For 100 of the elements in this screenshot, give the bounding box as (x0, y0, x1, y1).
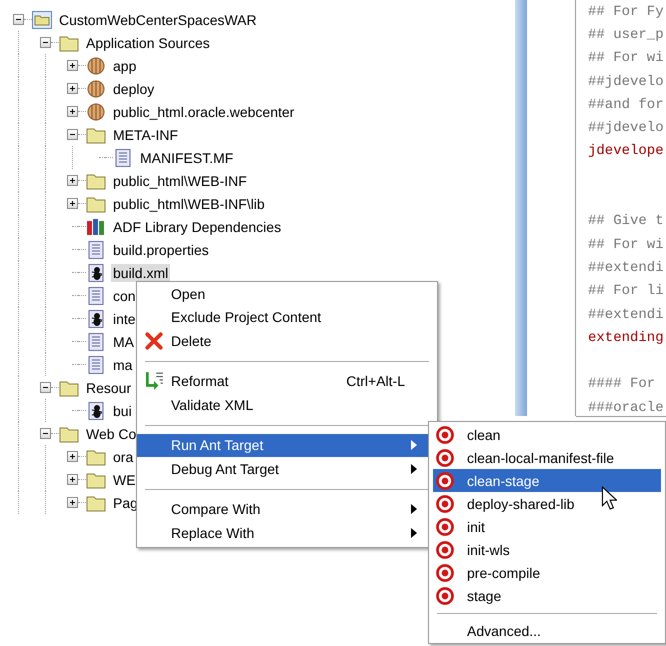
menu-item[interactable]: stage (433, 584, 661, 607)
menu-item[interactable]: clean-local-manifest-file (433, 446, 661, 469)
tree-item[interactable]: deploy (111, 80, 156, 98)
expand-toggle[interactable] (67, 474, 78, 485)
target-icon (435, 540, 455, 560)
document-icon (86, 356, 106, 374)
tree-item[interactable]: META-INF (111, 126, 180, 144)
menu-item[interactable]: Reformat Ctrl+Alt-L (137, 370, 429, 393)
menu-item[interactable]: init (433, 515, 661, 538)
reformat-icon (144, 371, 164, 392)
folder-icon (86, 126, 106, 144)
tree-item[interactable]: public_html.oracle.webcenter (111, 102, 296, 120)
tree-item[interactable]: build.properties (111, 240, 211, 258)
folder-icon (59, 378, 79, 396)
menu-item[interactable]: Replace With (137, 521, 429, 544)
target-icon (435, 516, 455, 536)
menu-item[interactable]: Validate XML (137, 393, 429, 416)
menu-item[interactable]: pre-compile (433, 561, 661, 584)
books-icon (86, 218, 106, 236)
bug-document-icon (86, 402, 106, 420)
tree-item[interactable]: bui (111, 402, 134, 420)
tree-item[interactable]: inte (111, 310, 138, 328)
menu-item[interactable]: Exclude Project Content (137, 306, 429, 329)
tree-item[interactable]: con (111, 286, 138, 304)
expand-toggle[interactable] (13, 14, 24, 25)
menu-item[interactable]: Debug Ant Target (137, 457, 429, 480)
code-line: ## For li (588, 283, 664, 300)
menu-item[interactable]: Open (137, 282, 429, 306)
folder-icon (59, 34, 79, 52)
target-icon (435, 470, 455, 490)
expand-toggle[interactable] (67, 83, 78, 94)
expand-toggle[interactable] (67, 129, 78, 140)
package-icon (86, 56, 106, 74)
code-line: ## For Fy (588, 4, 664, 20)
target-icon (435, 586, 455, 606)
code-line: #### For (588, 376, 656, 392)
folder-icon (86, 172, 106, 190)
code-line: ##jdevelo (588, 74, 664, 90)
tree-item[interactable]: WE (111, 470, 138, 488)
tree-item[interactable]: CustomWebCenterSpacesWAR (57, 10, 259, 28)
code-line: ###oracle (588, 400, 664, 416)
bug-document-icon (86, 310, 106, 328)
menu-item[interactable]: init-wls (433, 538, 661, 561)
code-line: ## For wi (588, 236, 664, 253)
document-icon (86, 240, 106, 258)
expand-toggle[interactable] (67, 60, 78, 71)
menu-item[interactable]: Delete (137, 329, 429, 352)
code-line: ## For wi (588, 50, 664, 66)
tree-item[interactable]: public_html\WEB-INF\lib (111, 194, 267, 212)
expand-toggle[interactable] (40, 382, 51, 393)
code-line: ##jdevelo (588, 120, 664, 136)
code-line: ##and for (588, 96, 664, 113)
menu-item[interactable]: Advanced... (433, 620, 661, 642)
menu-item[interactable]: Run Ant Target (137, 434, 429, 457)
menu-item[interactable]: clean-stage (433, 469, 661, 492)
folder-icon (86, 194, 106, 212)
code-line: ## Give t (588, 213, 664, 230)
document-icon (113, 148, 133, 166)
expand-toggle[interactable] (67, 451, 78, 462)
submenu-arrow-icon (411, 528, 417, 538)
expand-toggle[interactable] (40, 428, 51, 439)
submenu-arrow-icon (411, 440, 417, 450)
tree-item[interactable]: MANIFEST.MF (138, 148, 236, 166)
tree-item[interactable]: ma (111, 356, 134, 374)
expand-toggle[interactable] (40, 37, 51, 48)
tree-item[interactable]: public_html\WEB-INF (111, 172, 249, 190)
menu-item[interactable]: clean (433, 423, 661, 446)
tree-item[interactable]: app (111, 56, 138, 74)
tree-item[interactable]: Application Sources (84, 34, 212, 52)
folder-icon (86, 448, 106, 466)
menu-item[interactable]: Compare With (137, 498, 429, 521)
code-line: ## user_p (588, 26, 664, 43)
folder-icon (86, 470, 106, 488)
code-line: ##extendi (588, 306, 664, 322)
submenu-arrow-icon (411, 504, 417, 514)
tree-item[interactable]: Web Co (84, 424, 138, 442)
tree-item[interactable]: ora (111, 448, 136, 466)
target-icon (435, 494, 455, 514)
tree-item[interactable]: ADF Library Dependencies (111, 218, 284, 236)
target-icon (435, 424, 455, 444)
document-icon (86, 286, 106, 304)
code-line: jdevelope (588, 143, 664, 160)
code-line: extending (588, 330, 664, 346)
target-icon (435, 562, 455, 582)
tree-item[interactable]: Resour (84, 378, 134, 396)
menu-item[interactable]: deploy-shared-lib (433, 492, 661, 515)
folder-icon (59, 424, 79, 442)
expand-toggle[interactable] (67, 198, 78, 209)
target-icon (435, 448, 455, 468)
tree-item[interactable]: MA (111, 332, 136, 350)
expand-toggle[interactable] (67, 175, 78, 186)
expand-toggle[interactable] (67, 106, 78, 117)
bug-document-icon (86, 264, 106, 282)
document-icon (86, 332, 106, 350)
expand-toggle[interactable] (67, 497, 78, 508)
delete-icon (144, 330, 164, 351)
shortcut-text: Ctrl+Alt-L (346, 373, 405, 390)
project-folder-icon (32, 10, 52, 28)
tree-item[interactable]: build.xml (111, 264, 170, 282)
package-icon (86, 80, 106, 98)
